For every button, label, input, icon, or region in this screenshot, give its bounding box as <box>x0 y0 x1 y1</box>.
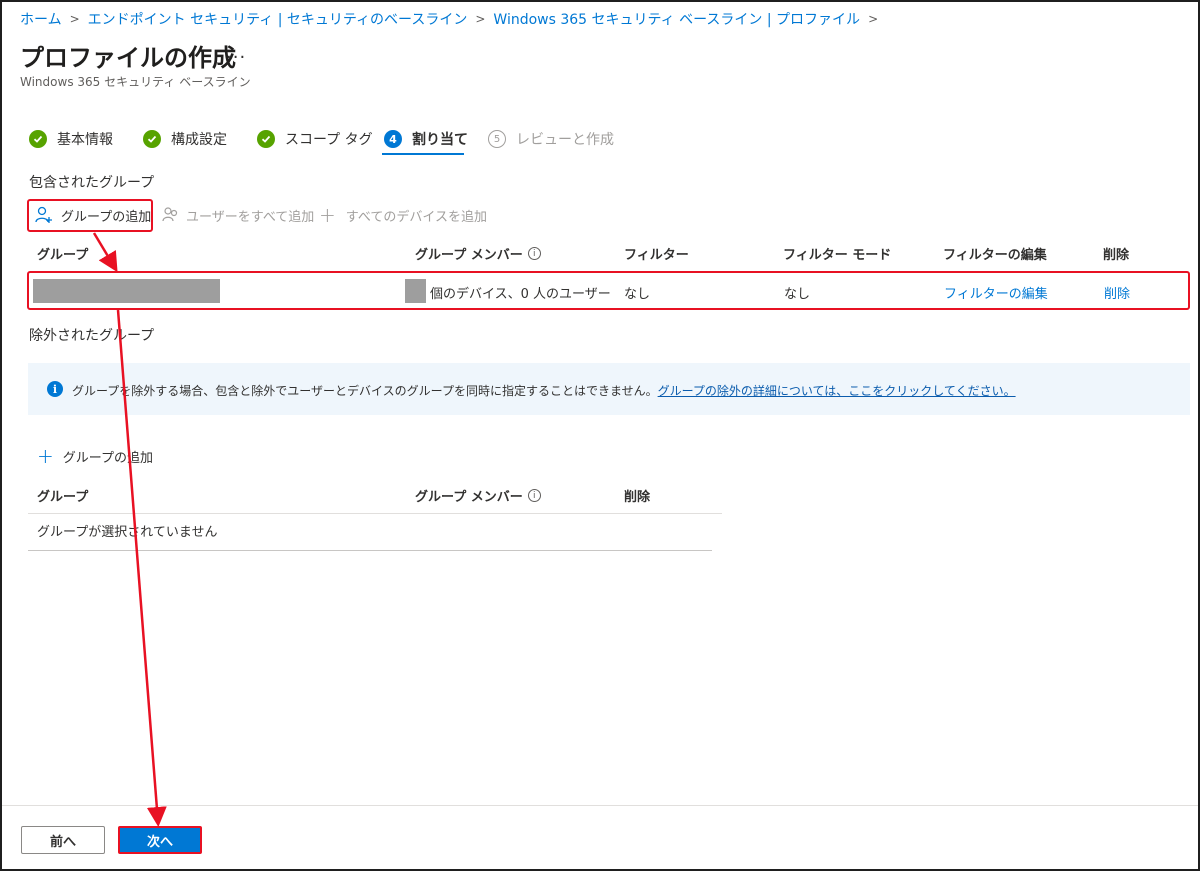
included-groups-heading: 包含されたグループ <box>29 175 155 191</box>
add-all-devices-label: すべてのデバイスを追加 <box>345 209 487 225</box>
checkmark-icon <box>143 130 161 148</box>
step-basics[interactable]: 基本情報 <box>29 128 113 150</box>
breadcrumb: ホーム > エンドポイント セキュリティ | セキュリティのベースライン > W… <box>20 9 886 29</box>
add-included-group-button[interactable]: グループの追加 <box>35 205 151 225</box>
footer-divider <box>2 805 1198 806</box>
add-excluded-group-button[interactable]: + グループの追加 <box>37 446 153 466</box>
filter-value: なし <box>624 287 651 302</box>
column-header-members: グループ メンバー i <box>415 486 541 505</box>
info-message: グループを除外する場合、包含と除外でユーザーとデバイスのグループを同時に指定する… <box>72 382 1016 399</box>
info-icon[interactable]: i <box>527 247 541 260</box>
add-all-users-button: ユーザーをすべて追加 <box>162 205 314 225</box>
info-icon[interactable]: i <box>527 489 541 502</box>
table-divider <box>28 550 712 551</box>
info-message-text: グループを除外する場合、包含と除外でユーザーとデバイスのグループを同時に指定する… <box>72 384 658 398</box>
column-header-members: グループ メンバー i <box>415 244 541 263</box>
column-header-filter-mode: フィルター モード <box>783 248 892 263</box>
edit-filter-link[interactable]: フィルターの編集 <box>944 283 1048 302</box>
people-icon <box>162 206 180 224</box>
empty-state-text: グループが選択されていません <box>37 525 218 540</box>
column-header-delete: 削除 <box>1103 248 1130 263</box>
column-header-members-label: グループ メンバー <box>415 490 523 505</box>
add-group-label: グループの追加 <box>61 209 152 225</box>
step-label: 構成設定 <box>171 132 227 148</box>
exclude-details-link[interactable]: グループの除外の詳細については、ここをクリックしてください。 <box>658 384 1016 398</box>
next-button[interactable]: 次へ <box>118 826 202 854</box>
step-number-badge: 5 <box>488 130 506 148</box>
step-label: 基本情報 <box>57 132 113 148</box>
column-header-edit-filter: フィルターの編集 <box>943 248 1047 263</box>
breadcrumb-home[interactable]: ホーム <box>20 9 62 29</box>
column-header-group: グループ <box>37 490 89 505</box>
info-icon: i <box>47 381 63 397</box>
step-scope-tags[interactable]: スコープ タグ <box>257 128 373 150</box>
more-options-button[interactable]: ... <box>226 42 246 63</box>
page-title: プロファイルの作成 <box>20 44 236 72</box>
breadcrumb-endpoint-security[interactable]: エンドポイント セキュリティ | セキュリティのベースライン <box>88 9 468 29</box>
column-header-members-label: グループ メンバー <box>415 248 523 263</box>
breadcrumb-w365-baseline[interactable]: Windows 365 セキュリティ ベースライン | プロファイル <box>493 9 860 29</box>
column-header-delete: 削除 <box>624 490 651 505</box>
step-label: スコープ タグ <box>285 132 373 148</box>
step-label: レビューと作成 <box>516 132 614 148</box>
redacted-device-count <box>405 279 426 303</box>
page-subtitle: Windows 365 セキュリティ ベースライン <box>20 75 251 89</box>
active-step-indicator <box>382 153 464 155</box>
checkmark-icon <box>257 130 275 148</box>
group-members-text: 個のデバイス、0 人のユーザー <box>430 287 611 302</box>
column-header-filter: フィルター <box>624 248 689 263</box>
step-label: 割り当て <box>412 132 468 148</box>
add-all-devices-button: + すべてのデバイスを追加 <box>319 205 487 225</box>
filter-mode-value: なし <box>784 287 811 302</box>
step-number-badge: 4 <box>384 130 402 148</box>
previous-button[interactable]: 前へ <box>21 826 105 854</box>
step-assignments[interactable]: 4 割り当て <box>384 128 468 150</box>
excluded-groups-heading: 除外されたグループ <box>29 328 155 344</box>
step-configuration[interactable]: 構成設定 <box>143 128 227 150</box>
plus-icon: + <box>319 203 336 227</box>
add-person-icon <box>35 206 53 224</box>
checkmark-icon <box>29 130 47 148</box>
chevron-right-icon: > <box>475 12 486 26</box>
chevron-right-icon: > <box>69 12 80 26</box>
add-group-label: グループの追加 <box>62 450 153 466</box>
delete-link[interactable]: 削除 <box>1104 283 1130 302</box>
table-divider <box>28 513 722 514</box>
add-all-users-label: ユーザーをすべて追加 <box>186 209 315 225</box>
redacted-group-name <box>33 279 220 303</box>
chevron-right-icon: > <box>868 12 879 26</box>
step-review-create: 5 レビューと作成 <box>488 128 614 150</box>
plus-icon: + <box>37 444 54 468</box>
column-header-group: グループ <box>37 248 89 263</box>
